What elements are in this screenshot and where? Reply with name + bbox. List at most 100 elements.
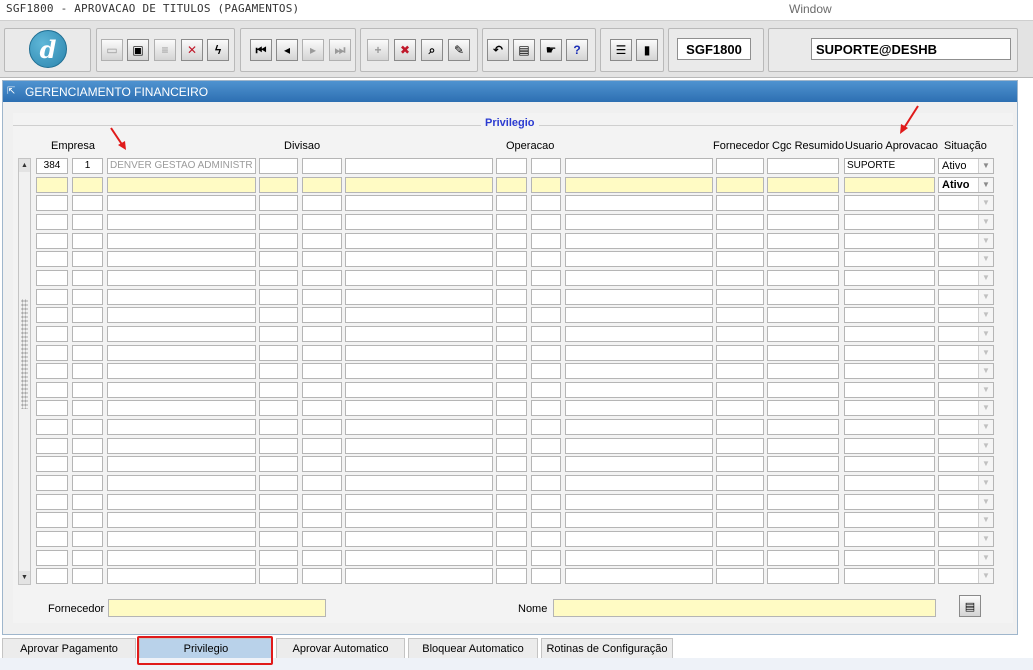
cell-div3[interactable]: [345, 251, 493, 267]
cell-usuario[interactable]: [844, 251, 935, 267]
cell-op1[interactable]: [496, 382, 527, 398]
next-record-button[interactable]: ▸: [302, 39, 324, 61]
cell-empresa[interactable]: [36, 251, 68, 267]
cell-empresa2[interactable]: [72, 512, 103, 528]
cell-div3[interactable]: [345, 326, 493, 342]
chevron-down-icon[interactable]: ▼: [978, 457, 993, 471]
delete-record-button[interactable]: ✖: [394, 39, 416, 61]
cell-empresa[interactable]: [36, 456, 68, 472]
cell-op3[interactable]: [565, 233, 713, 249]
cell-empresa_nome[interactable]: [107, 531, 256, 547]
cell-empresa2[interactable]: [72, 550, 103, 566]
situacao-select[interactable]: ▼: [938, 363, 994, 379]
situacao-select[interactable]: ▼: [938, 382, 994, 398]
situacao-select[interactable]: ▼: [938, 326, 994, 342]
cell-empresa_nome[interactable]: [107, 456, 256, 472]
situacao-select[interactable]: ▼: [938, 214, 994, 230]
chevron-down-icon[interactable]: ▼: [978, 308, 993, 322]
cell-forn[interactable]: [716, 382, 764, 398]
cell-div2[interactable]: [302, 307, 342, 323]
cell-op3[interactable]: [565, 251, 713, 267]
situacao-select[interactable]: ▼: [938, 307, 994, 323]
cell-op2[interactable]: [531, 158, 561, 174]
cell-div1[interactable]: [259, 382, 298, 398]
chevron-down-icon[interactable]: ▼: [978, 495, 993, 509]
cell-op2[interactable]: [531, 400, 561, 416]
situacao-select[interactable]: ▼: [938, 270, 994, 286]
chevron-down-icon[interactable]: ▼: [978, 383, 993, 397]
cell-empresa_nome[interactable]: [107, 326, 256, 342]
situacao-select[interactable]: ▼: [938, 400, 994, 416]
cell-op1[interactable]: [496, 456, 527, 472]
cell-div2[interactable]: [302, 494, 342, 510]
cell-usuario[interactable]: SUPORTE: [844, 158, 935, 174]
cell-empresa2[interactable]: [72, 475, 103, 491]
execute-button[interactable]: ϟ: [207, 39, 229, 61]
chevron-down-icon[interactable]: ▼: [978, 532, 993, 546]
cell-empresa2[interactable]: [72, 345, 103, 361]
cell-op3[interactable]: [565, 531, 713, 547]
cell-empresa[interactable]: [36, 177, 68, 193]
cell-forn[interactable]: [716, 531, 764, 547]
cell-div2[interactable]: [302, 512, 342, 528]
cell-div3[interactable]: [345, 400, 493, 416]
cell-div1[interactable]: [259, 326, 298, 342]
chevron-down-icon[interactable]: ▼: [978, 346, 993, 360]
chevron-down-icon[interactable]: ▼: [978, 252, 993, 266]
help-button[interactable]: ?: [566, 39, 588, 61]
cell-empresa_nome[interactable]: [107, 345, 256, 361]
cell-cgc[interactable]: [767, 494, 839, 510]
cell-empresa_nome[interactable]: [107, 177, 256, 193]
cell-div1[interactable]: [259, 251, 298, 267]
cell-op3[interactable]: [565, 195, 713, 211]
cell-empresa_nome[interactable]: [107, 419, 256, 435]
cell-div2[interactable]: [302, 475, 342, 491]
cell-op3[interactable]: [565, 307, 713, 323]
cell-div1[interactable]: [259, 512, 298, 528]
cell-empresa_nome[interactable]: [107, 438, 256, 454]
cell-empresa[interactable]: [36, 270, 68, 286]
cell-op1[interactable]: [496, 307, 527, 323]
cell-div3[interactable]: [345, 419, 493, 435]
cell-usuario[interactable]: [844, 382, 935, 398]
chevron-down-icon[interactable]: ▼: [978, 420, 993, 434]
cell-div2[interactable]: [302, 550, 342, 566]
situacao-select[interactable]: ▼: [938, 289, 994, 305]
cell-op3[interactable]: [565, 326, 713, 342]
cell-div1[interactable]: [259, 158, 298, 174]
cell-div1[interactable]: [259, 400, 298, 416]
cell-op2[interactable]: [531, 363, 561, 379]
cell-op2[interactable]: [531, 512, 561, 528]
cell-empresa[interactable]: [36, 568, 68, 584]
cell-op3[interactable]: [565, 568, 713, 584]
cell-div3[interactable]: [345, 456, 493, 472]
cell-empresa[interactable]: [36, 400, 68, 416]
cell-op1[interactable]: [496, 251, 527, 267]
cell-empresa_nome[interactable]: [107, 251, 256, 267]
chevron-down-icon[interactable]: ▼: [978, 178, 993, 192]
cell-op3[interactable]: [565, 177, 713, 193]
cell-op1[interactable]: [496, 177, 527, 193]
situacao-select[interactable]: ▼: [938, 512, 994, 528]
cell-op1[interactable]: [496, 400, 527, 416]
chevron-down-icon[interactable]: ▼: [978, 290, 993, 304]
cell-empresa2[interactable]: [72, 363, 103, 379]
cell-op3[interactable]: [565, 456, 713, 472]
cell-empresa[interactable]: [36, 475, 68, 491]
cell-empresa2[interactable]: [72, 177, 103, 193]
cell-op3[interactable]: [565, 512, 713, 528]
cell-empresa[interactable]: [36, 382, 68, 398]
cell-div2[interactable]: [302, 382, 342, 398]
cell-empresa[interactable]: [36, 289, 68, 305]
cell-empresa_nome[interactable]: [107, 233, 256, 249]
cell-div2[interactable]: [302, 438, 342, 454]
exit-door-button[interactable]: ▮: [636, 39, 658, 61]
cell-op2[interactable]: [531, 419, 561, 435]
cell-div3[interactable]: [345, 512, 493, 528]
cell-usuario[interactable]: [844, 233, 935, 249]
situacao-select[interactable]: ▼: [938, 568, 994, 584]
cell-empresa2[interactable]: [72, 326, 103, 342]
cell-div3[interactable]: [345, 345, 493, 361]
cell-op1[interactable]: [496, 345, 527, 361]
cell-op2[interactable]: [531, 270, 561, 286]
